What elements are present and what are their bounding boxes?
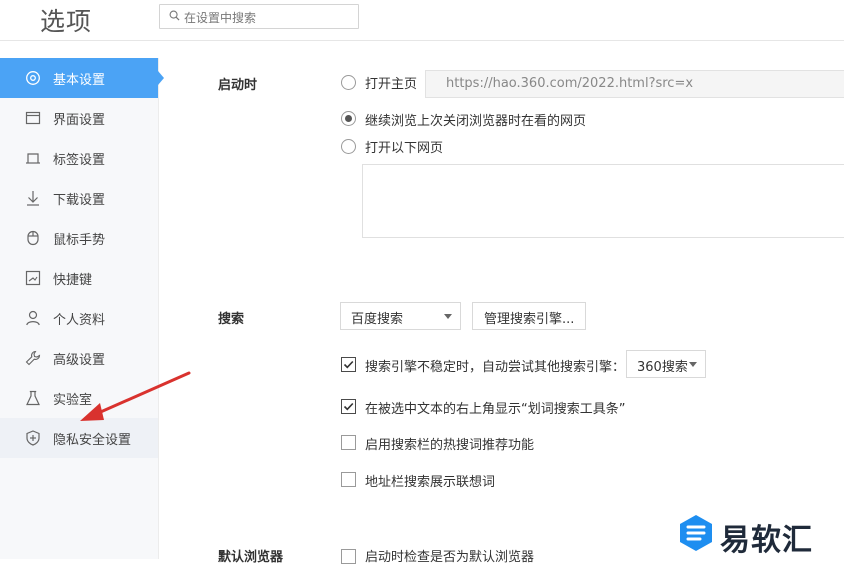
- watermark: 易软汇: [676, 513, 844, 559]
- watermark-text: 易软汇: [720, 523, 813, 558]
- red-annotation-arrow: [80, 371, 191, 421]
- watermark-logo-icon: [680, 515, 712, 551]
